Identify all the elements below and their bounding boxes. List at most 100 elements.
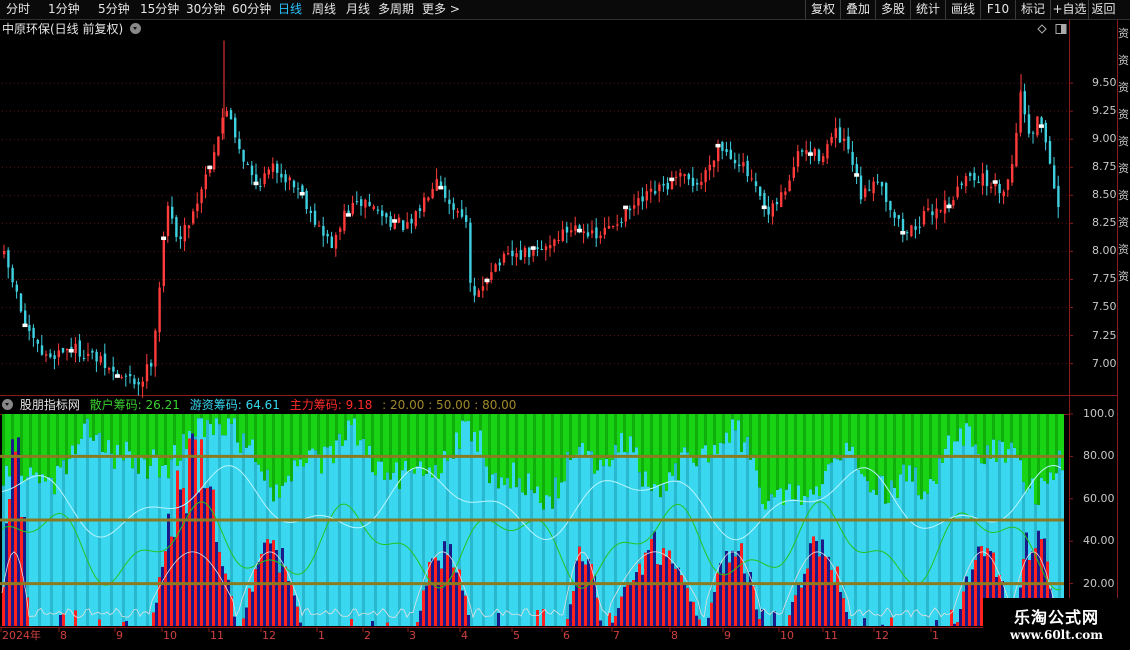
hot-money-bar	[740, 452, 743, 544]
candle-body	[834, 128, 837, 138]
candle-body	[28, 325, 31, 331]
retail-bar	[605, 414, 608, 459]
hot-money-bar	[344, 440, 347, 626]
main-force-bar	[881, 624, 884, 626]
main-force-bar	[671, 563, 674, 626]
candle-body	[49, 353, 52, 358]
candle-body	[326, 233, 329, 237]
retail-bar	[974, 414, 977, 445]
indicator-menu-icon[interactable]	[2, 399, 13, 410]
hot-money-bar	[590, 451, 593, 565]
retail-bar	[26, 414, 29, 477]
candle-body	[540, 248, 543, 250]
candle-body	[754, 181, 758, 187]
main-force-bar	[725, 551, 728, 626]
main-force-bar	[260, 553, 263, 626]
candle-body	[351, 202, 354, 215]
main-force-bar	[422, 590, 425, 626]
main-force-bar	[707, 617, 710, 626]
candle-body	[322, 226, 325, 236]
main-force-bar	[833, 582, 836, 626]
hot-money-bar	[233, 418, 236, 617]
retail-bar	[905, 414, 908, 482]
retail-bar	[290, 414, 293, 482]
candle-body	[922, 211, 926, 225]
hot-money-bar	[884, 503, 887, 626]
panel-icons	[1037, 24, 1067, 34]
candle-body	[183, 224, 186, 242]
candle-body	[586, 232, 590, 237]
hot-money-bar	[305, 462, 308, 626]
retail-bar	[722, 414, 725, 444]
hot-money-bar	[155, 454, 158, 603]
main-force-bar	[419, 610, 422, 626]
retail-bar	[377, 414, 380, 462]
candle-body	[309, 210, 312, 213]
retail-bar	[617, 414, 620, 453]
hot-money-bar	[278, 497, 281, 573]
retail-bar	[491, 414, 494, 475]
hot-money-bar	[1013, 447, 1016, 619]
retail-bar	[155, 414, 158, 455]
retail-bar	[95, 414, 98, 435]
candle-body	[204, 174, 207, 190]
main-force-bar	[152, 612, 155, 626]
date-tick-label: 5	[513, 629, 520, 642]
retail-bar	[860, 414, 863, 474]
candle-body	[641, 196, 644, 202]
candle-body	[192, 211, 195, 224]
candle-body	[36, 339, 39, 344]
hot-money-bar	[941, 462, 944, 626]
hot-money-bar	[506, 478, 509, 626]
date-tick-label: 10	[780, 629, 794, 642]
candle-body	[1027, 114, 1031, 134]
hot-money-bar	[548, 496, 551, 626]
retail-bar	[308, 414, 311, 451]
retail-bar	[962, 414, 965, 446]
hot-money-bar	[341, 445, 344, 626]
watermark-logo: 乐淘公式网 www.60lt.com	[983, 598, 1130, 650]
hot-money-bar	[317, 454, 320, 626]
candle-body	[767, 206, 770, 215]
candle-marker	[946, 204, 952, 209]
retail-bar	[815, 414, 818, 487]
retail-bar	[302, 414, 305, 467]
candle-body	[427, 197, 430, 201]
retail-bar	[995, 414, 998, 462]
retail-bar	[503, 414, 506, 485]
candle-body	[729, 149, 732, 160]
hot-money-bar	[1004, 462, 1007, 600]
retail-bar	[917, 414, 920, 496]
candle-body	[679, 172, 682, 177]
candle-body	[364, 199, 367, 208]
hot-money-bar	[179, 460, 182, 490]
main-force-bar	[959, 609, 962, 626]
hot-money-bar	[554, 477, 557, 626]
retail-bar	[353, 414, 356, 419]
hot-money-bar	[605, 458, 608, 626]
retail-bar	[392, 414, 395, 473]
main-force-bar	[248, 588, 251, 626]
hot-money-bar	[314, 450, 317, 626]
hot-money-bar	[1031, 478, 1034, 552]
main-force-bar	[674, 568, 677, 626]
retail-bar	[524, 414, 527, 496]
retail-bar	[488, 414, 491, 484]
candle-body	[876, 181, 879, 183]
main-force-bar	[710, 602, 713, 626]
retail-bar	[1058, 414, 1061, 451]
main-force-bar	[188, 438, 191, 626]
main-force-bar	[617, 608, 620, 626]
main-force-bar	[788, 615, 791, 626]
retail-bar	[797, 414, 800, 486]
hot-money-bar	[650, 490, 653, 539]
chart-canvas[interactable]	[0, 0, 1130, 650]
candle-body	[24, 310, 27, 326]
main-force-bar	[689, 601, 692, 626]
candle-body	[939, 210, 942, 212]
date-tick-label: 8	[60, 629, 67, 642]
hot-money-bar	[323, 446, 326, 626]
candle-body	[523, 247, 527, 257]
main-force-bar	[245, 607, 248, 626]
hot-money-bar	[635, 447, 638, 573]
